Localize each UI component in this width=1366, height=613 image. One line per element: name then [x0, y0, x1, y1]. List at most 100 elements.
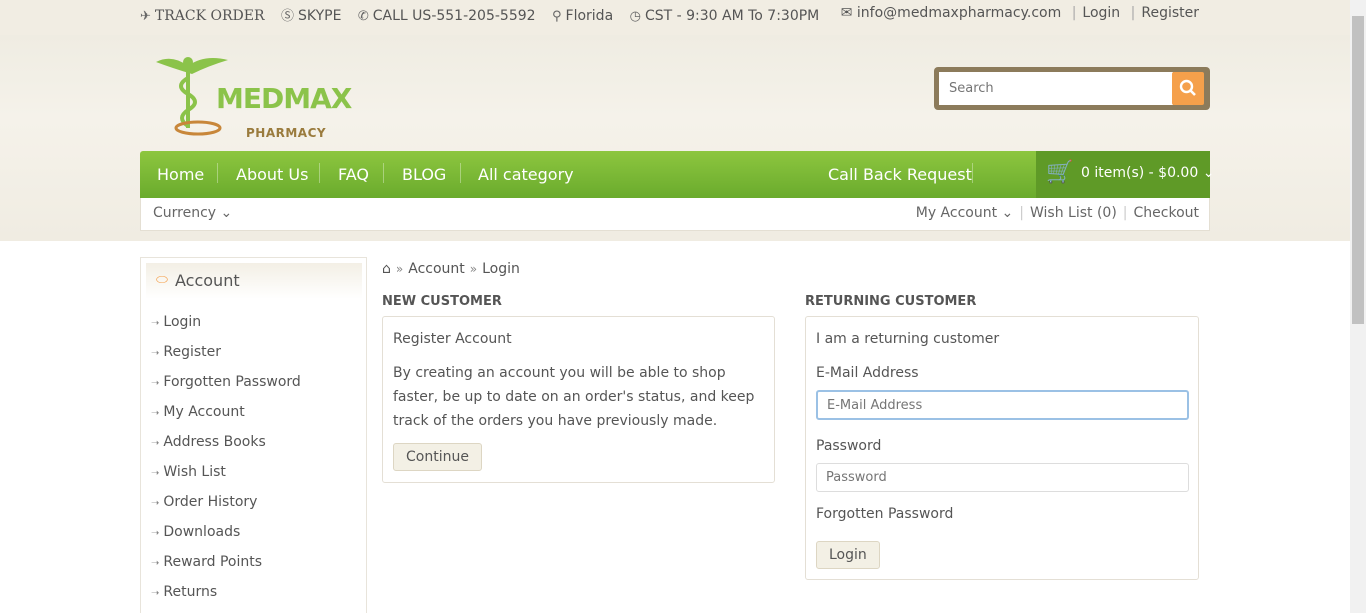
chevron-down-icon: ⌄ — [1001, 205, 1014, 221]
envelope-icon: ✉ — [840, 5, 853, 21]
register-account-title: Register Account — [393, 331, 512, 347]
sub-bar: Currency ⌄ My Account ⌄ | Wish List (0) | Ch… — [140, 198, 1210, 231]
search-input[interactable] — [939, 72, 1173, 105]
breadcrumb-login[interactable]: Login — [482, 261, 520, 277]
nav-blog[interactable]: BLOG — [402, 165, 446, 184]
top-bar-right: ✉ info@medmaxpharmacy.com | Login | Regist… — [841, 5, 1199, 21]
continue-button[interactable]: Continue — [393, 443, 482, 471]
arrow-icon: ➝ — [151, 438, 160, 449]
returning-customer-title: I am a returning customer — [816, 331, 1000, 347]
breadcrumb: ⌂ » Account » Login — [382, 261, 520, 277]
logo-subtext: PHARMACY — [246, 126, 327, 140]
register-account-text: By creating an account you will be able … — [393, 365, 755, 429]
sidebar-item-my-account[interactable]: ➝ My Account — [151, 404, 301, 434]
new-customer-heading: NEW CUSTOMER — [382, 294, 502, 309]
arrow-icon: ➝ — [151, 378, 160, 389]
password-label: Password — [816, 438, 882, 454]
arrow-icon: ➝ — [151, 468, 160, 479]
hours-text: ◷ CST - 9:30 AM To 7:30PM — [629, 8, 820, 24]
sidebar-item-order-history[interactable]: ➝ Order History — [151, 494, 301, 524]
sidebar-item-address-books[interactable]: ➝ Address Books — [151, 434, 301, 464]
arrow-icon: ➝ — [151, 588, 160, 599]
account-sidebar: ⬭ Account ➝ Login ➝ Register ➝ Forgotten Pa… — [140, 257, 367, 613]
cart-button[interactable]: 🛒 0 item(s) - $0.00 ⌄ — [1036, 151, 1214, 198]
sidebar-list: ➝ Login ➝ Register ➝ Forgotten Password ➝ My… — [151, 314, 301, 613]
arrow-icon: ➝ — [151, 498, 160, 509]
chevron-down-icon: ⌄ — [220, 205, 233, 221]
email-field[interactable] — [816, 390, 1189, 420]
divider: » — [469, 262, 478, 276]
forgotten-password-link[interactable]: Forgotten Password — [816, 506, 953, 522]
main-nav: Home About Us FAQ BLOG All category Call… — [140, 151, 1214, 198]
email-link[interactable]: ✉ info@medmaxpharmacy.com — [841, 5, 1062, 21]
currency-dropdown[interactable]: Currency ⌄ — [153, 205, 232, 221]
top-login-link[interactable]: Login — [1082, 5, 1120, 21]
sidebar-item-forgotten-password[interactable]: ➝ Forgotten Password — [151, 374, 301, 404]
skype-icon: Ⓢ — [280, 9, 294, 24]
divider: | — [1130, 5, 1136, 21]
sidebar-item-login[interactable]: ➝ Login — [151, 314, 301, 344]
pill-icon: ⬭ — [156, 272, 168, 288]
phone-link[interactable]: ✆ CALL US-551-205-5592 — [358, 8, 536, 24]
cart-icon: 🛒 — [1046, 160, 1074, 185]
nav-home[interactable]: Home — [157, 165, 204, 184]
returning-customer-panel: I am a returning customer E-Mail Address… — [805, 316, 1199, 580]
password-field[interactable] — [816, 463, 1189, 492]
sidebar-title: Account — [175, 271, 240, 290]
sidebar-item-wish-list[interactable]: ➝ Wish List — [151, 464, 301, 494]
header: MEDMAX PHARMACY Home About Us FAQ BLOG A… — [0, 35, 1350, 241]
email-label: E-Mail Address — [816, 365, 919, 381]
search-box — [934, 67, 1210, 110]
sidebar-item-register[interactable]: ➝ Register — [151, 344, 301, 374]
top-register-link[interactable]: Register — [1141, 5, 1199, 21]
top-bar-left: ✈ TRACK ORDER Ⓢ SKYPE ✆ CALL US-551-205-559… — [140, 5, 831, 24]
track-order-link[interactable]: ✈ TRACK ORDER — [140, 8, 265, 24]
top-bar: ✈ TRACK ORDER Ⓢ SKYPE ✆ CALL US-551-205-559… — [0, 0, 1350, 35]
divider: | — [1122, 205, 1128, 221]
skype-link[interactable]: Ⓢ SKYPE — [281, 8, 341, 24]
divider — [319, 163, 320, 183]
nav-all-category[interactable]: All category — [478, 165, 574, 184]
divider — [217, 163, 218, 183]
my-account-dropdown[interactable]: My Account ⌄ — [916, 205, 1014, 221]
home-icon[interactable]: ⌂ — [382, 261, 391, 277]
new-customer-panel: Register Account By creating an account … — [382, 316, 775, 483]
site-logo[interactable]: MEDMAX PHARMACY — [152, 50, 362, 140]
sidebar-item-downloads[interactable]: ➝ Downloads — [151, 524, 301, 554]
arrow-icon: ➝ — [151, 528, 160, 539]
breadcrumb-account[interactable]: Account — [408, 261, 465, 277]
phone-icon: ✆ — [357, 9, 369, 24]
search-button[interactable] — [1172, 72, 1204, 105]
scrollbar-thumb[interactable] — [1352, 16, 1364, 324]
arrow-icon: ➝ — [151, 408, 160, 419]
sidebar-header: ⬭ Account — [146, 263, 362, 299]
nav-faq[interactable]: FAQ — [338, 165, 369, 184]
chevron-down-icon: ⌄ — [1202, 165, 1215, 181]
cart-summary: 0 item(s) - $0.00 ⌄ — [1081, 165, 1215, 181]
arrow-icon: ➝ — [151, 348, 160, 359]
wishlist-link[interactable]: Wish List (0) — [1030, 205, 1117, 221]
divider: » — [395, 262, 404, 276]
divider: | — [1071, 5, 1077, 21]
map-marker-icon: ⚲ — [552, 9, 562, 24]
sidebar-item-returns[interactable]: ➝ Returns — [151, 584, 301, 613]
divider — [972, 163, 973, 183]
sidebar-item-reward-points[interactable]: ➝ Reward Points — [151, 554, 301, 584]
search-icon — [1179, 79, 1196, 96]
arrow-icon: ➝ — [151, 558, 160, 569]
divider: | — [1019, 205, 1024, 221]
checkout-link[interactable]: Checkout — [1134, 205, 1200, 221]
clock-icon: ◷ — [629, 9, 641, 24]
account-links: My Account ⌄ | Wish List (0) | Checkout — [916, 205, 1199, 221]
nav-call-back-request[interactable]: Call Back Request — [828, 165, 972, 184]
returning-customer-heading: RETURNING CUSTOMER — [805, 294, 977, 309]
divider — [460, 163, 461, 183]
logo-text: MEDMAX — [216, 82, 352, 115]
plane-icon: ✈ — [140, 9, 151, 24]
login-button[interactable]: Login — [816, 541, 880, 569]
divider — [383, 163, 384, 183]
arrow-icon: ➝ — [151, 318, 160, 329]
scrollbar[interactable] — [1350, 0, 1366, 613]
nav-about-us[interactable]: About Us — [236, 165, 308, 184]
location-text: ⚲ Florida — [552, 8, 614, 24]
